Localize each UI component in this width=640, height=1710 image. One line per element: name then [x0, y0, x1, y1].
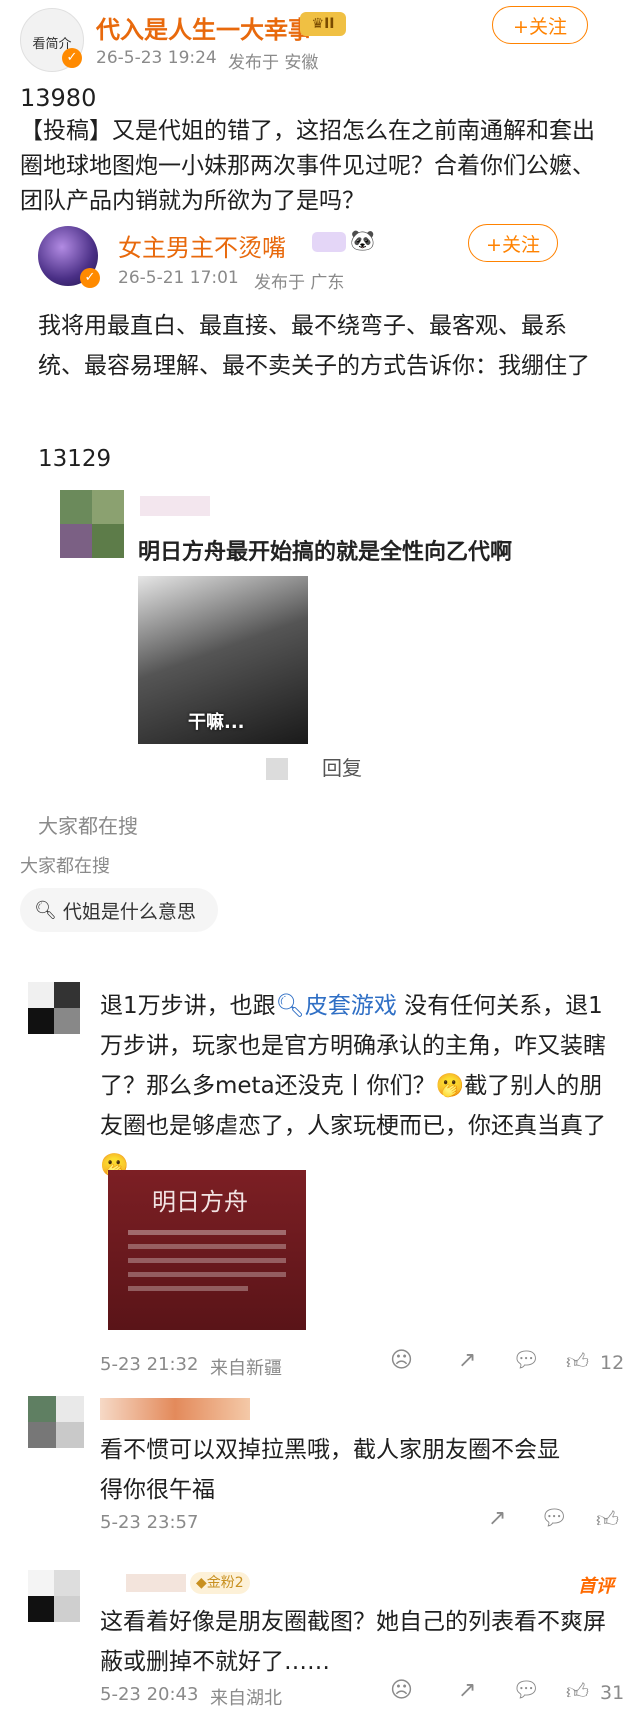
- comment-avatar[interactable]: [28, 982, 80, 1034]
- crown-icon: ♛: [311, 16, 325, 32]
- commenter-name-blur: [100, 1398, 250, 1420]
- like-icon[interactable]: 👍︎: [566, 1678, 589, 1705]
- author-name[interactable]: 代入是人生一大幸事: [96, 10, 312, 45]
- search-label: 大家都在搜: [20, 856, 110, 877]
- search-label-inner: 大家都在搜: [38, 814, 138, 838]
- share-icon[interactable]: ↗: [458, 1678, 476, 1703]
- comment-avatar[interactable]: [28, 1570, 80, 1622]
- verified-icon: ✓: [62, 48, 82, 68]
- repost-follow-button[interactable]: +关注: [468, 224, 558, 262]
- fan-badge: ◆金粉2: [190, 1572, 250, 1594]
- commenter-avatar[interactable]: [60, 490, 124, 558]
- badge-text: II: [324, 16, 335, 32]
- dislike-icon[interactable]: ☹: [390, 1348, 413, 1373]
- like-count: 31: [600, 1682, 625, 1704]
- comment-location: 来自湖北: [210, 1688, 282, 1709]
- comment-time: 5-23 20:43: [100, 1684, 199, 1705]
- like-icon[interactable]: 👍︎: [566, 1348, 589, 1375]
- repost-number: 13129: [38, 446, 112, 472]
- comment-text-before: 退1万步讲，也跟: [100, 993, 276, 1019]
- comment-icon[interactable]: 💬︎: [512, 1678, 540, 1703]
- comment-text: 这看着好像是朋友圈截图？她自己的列表看不爽屏蔽或删掉不就好了……: [100, 1609, 606, 1675]
- post-location: 发布于 安徽: [228, 53, 319, 73]
- image-title: 明日方舟: [152, 1188, 248, 1216]
- comment-time: 5-23 23:57: [100, 1512, 199, 1533]
- share-icon[interactable]: ↗: [488, 1506, 506, 1531]
- repost-location: 发布于 广东: [254, 273, 345, 293]
- search-chip-text: 代姐是什么意思: [62, 900, 196, 923]
- post-text: 【投稿】又是代姐的错了，这招怎么在之前南通解和套出圈地球地图炮一小妹那两次事件见…: [20, 118, 595, 214]
- share-icon[interactable]: ↗: [458, 1348, 476, 1373]
- meme-image[interactable]: 干嘛...: [138, 576, 308, 744]
- panda-icon: 🐼: [350, 228, 375, 252]
- blur-avatar: [266, 758, 288, 780]
- search-icon: 🔍︎: [275, 993, 305, 1019]
- top-comment-label: 首评: [578, 1576, 614, 1597]
- search-icon: 🔍︎: [34, 899, 57, 921]
- comment-text: 看不惯可以双掉拉黑哦，截人家朋友圈不会显得你很午福: [100, 1437, 560, 1503]
- level-badge: ♛II: [300, 12, 346, 36]
- dislike-icon[interactable]: ☹: [390, 1678, 413, 1703]
- commenter-name-blur: [140, 496, 210, 516]
- comment-text: 退1万步讲，也跟🔍︎皮套游戏 没有任何关系，退1万步讲，玩家也是官方明确承认的主…: [100, 986, 620, 1186]
- comment-text-after: 没有任何关系，退1万步讲，玩家也是官方明确承认的主角，咋又装瞎了？那么多meta…: [100, 993, 606, 1179]
- repost-author-name[interactable]: 女主男主不烫嘴: [118, 228, 286, 263]
- fan-badge-text: 金粉2: [206, 1575, 244, 1591]
- meme-caption: 干嘛...: [188, 712, 245, 733]
- fan-icon: ◆: [196, 1575, 207, 1591]
- commenter-name-blur: [126, 1574, 186, 1592]
- reply-link[interactable]: 回复: [322, 752, 362, 781]
- quote-text: 明日方舟最开始搞的就是全性向乙代啊: [138, 540, 513, 565]
- post-time: 26-5-23 19:24: [96, 48, 217, 68]
- repost-time: 26-5-21 17:01: [118, 268, 239, 288]
- topic-link[interactable]: 🔍︎皮套游戏: [276, 993, 397, 1019]
- comment-location: 来自新疆: [210, 1358, 282, 1379]
- comment-avatar[interactable]: [28, 1396, 84, 1448]
- comment-icon[interactable]: 💬︎: [540, 1506, 568, 1531]
- comment-image[interactable]: 明日方舟: [108, 1170, 306, 1330]
- search-chip[interactable]: 🔍︎ 代姐是什么意思: [20, 888, 218, 932]
- follow-button[interactable]: +关注: [492, 6, 588, 44]
- verified-icon: ✓: [80, 268, 100, 288]
- like-count: 12: [600, 1352, 625, 1374]
- post-number: 13980: [20, 84, 97, 112]
- repost-text: 我将用最直白、最直接、最不绕弯子、最客观、最系统、最容易理解、最不卖关子的方式告…: [38, 313, 590, 379]
- like-icon[interactable]: 👍︎: [596, 1506, 619, 1533]
- level-badge: [312, 232, 346, 252]
- comment-icon[interactable]: 💬︎: [512, 1348, 540, 1373]
- topic-link-text: 皮套游戏: [304, 993, 397, 1019]
- comment-time: 5-23 21:32: [100, 1354, 199, 1375]
